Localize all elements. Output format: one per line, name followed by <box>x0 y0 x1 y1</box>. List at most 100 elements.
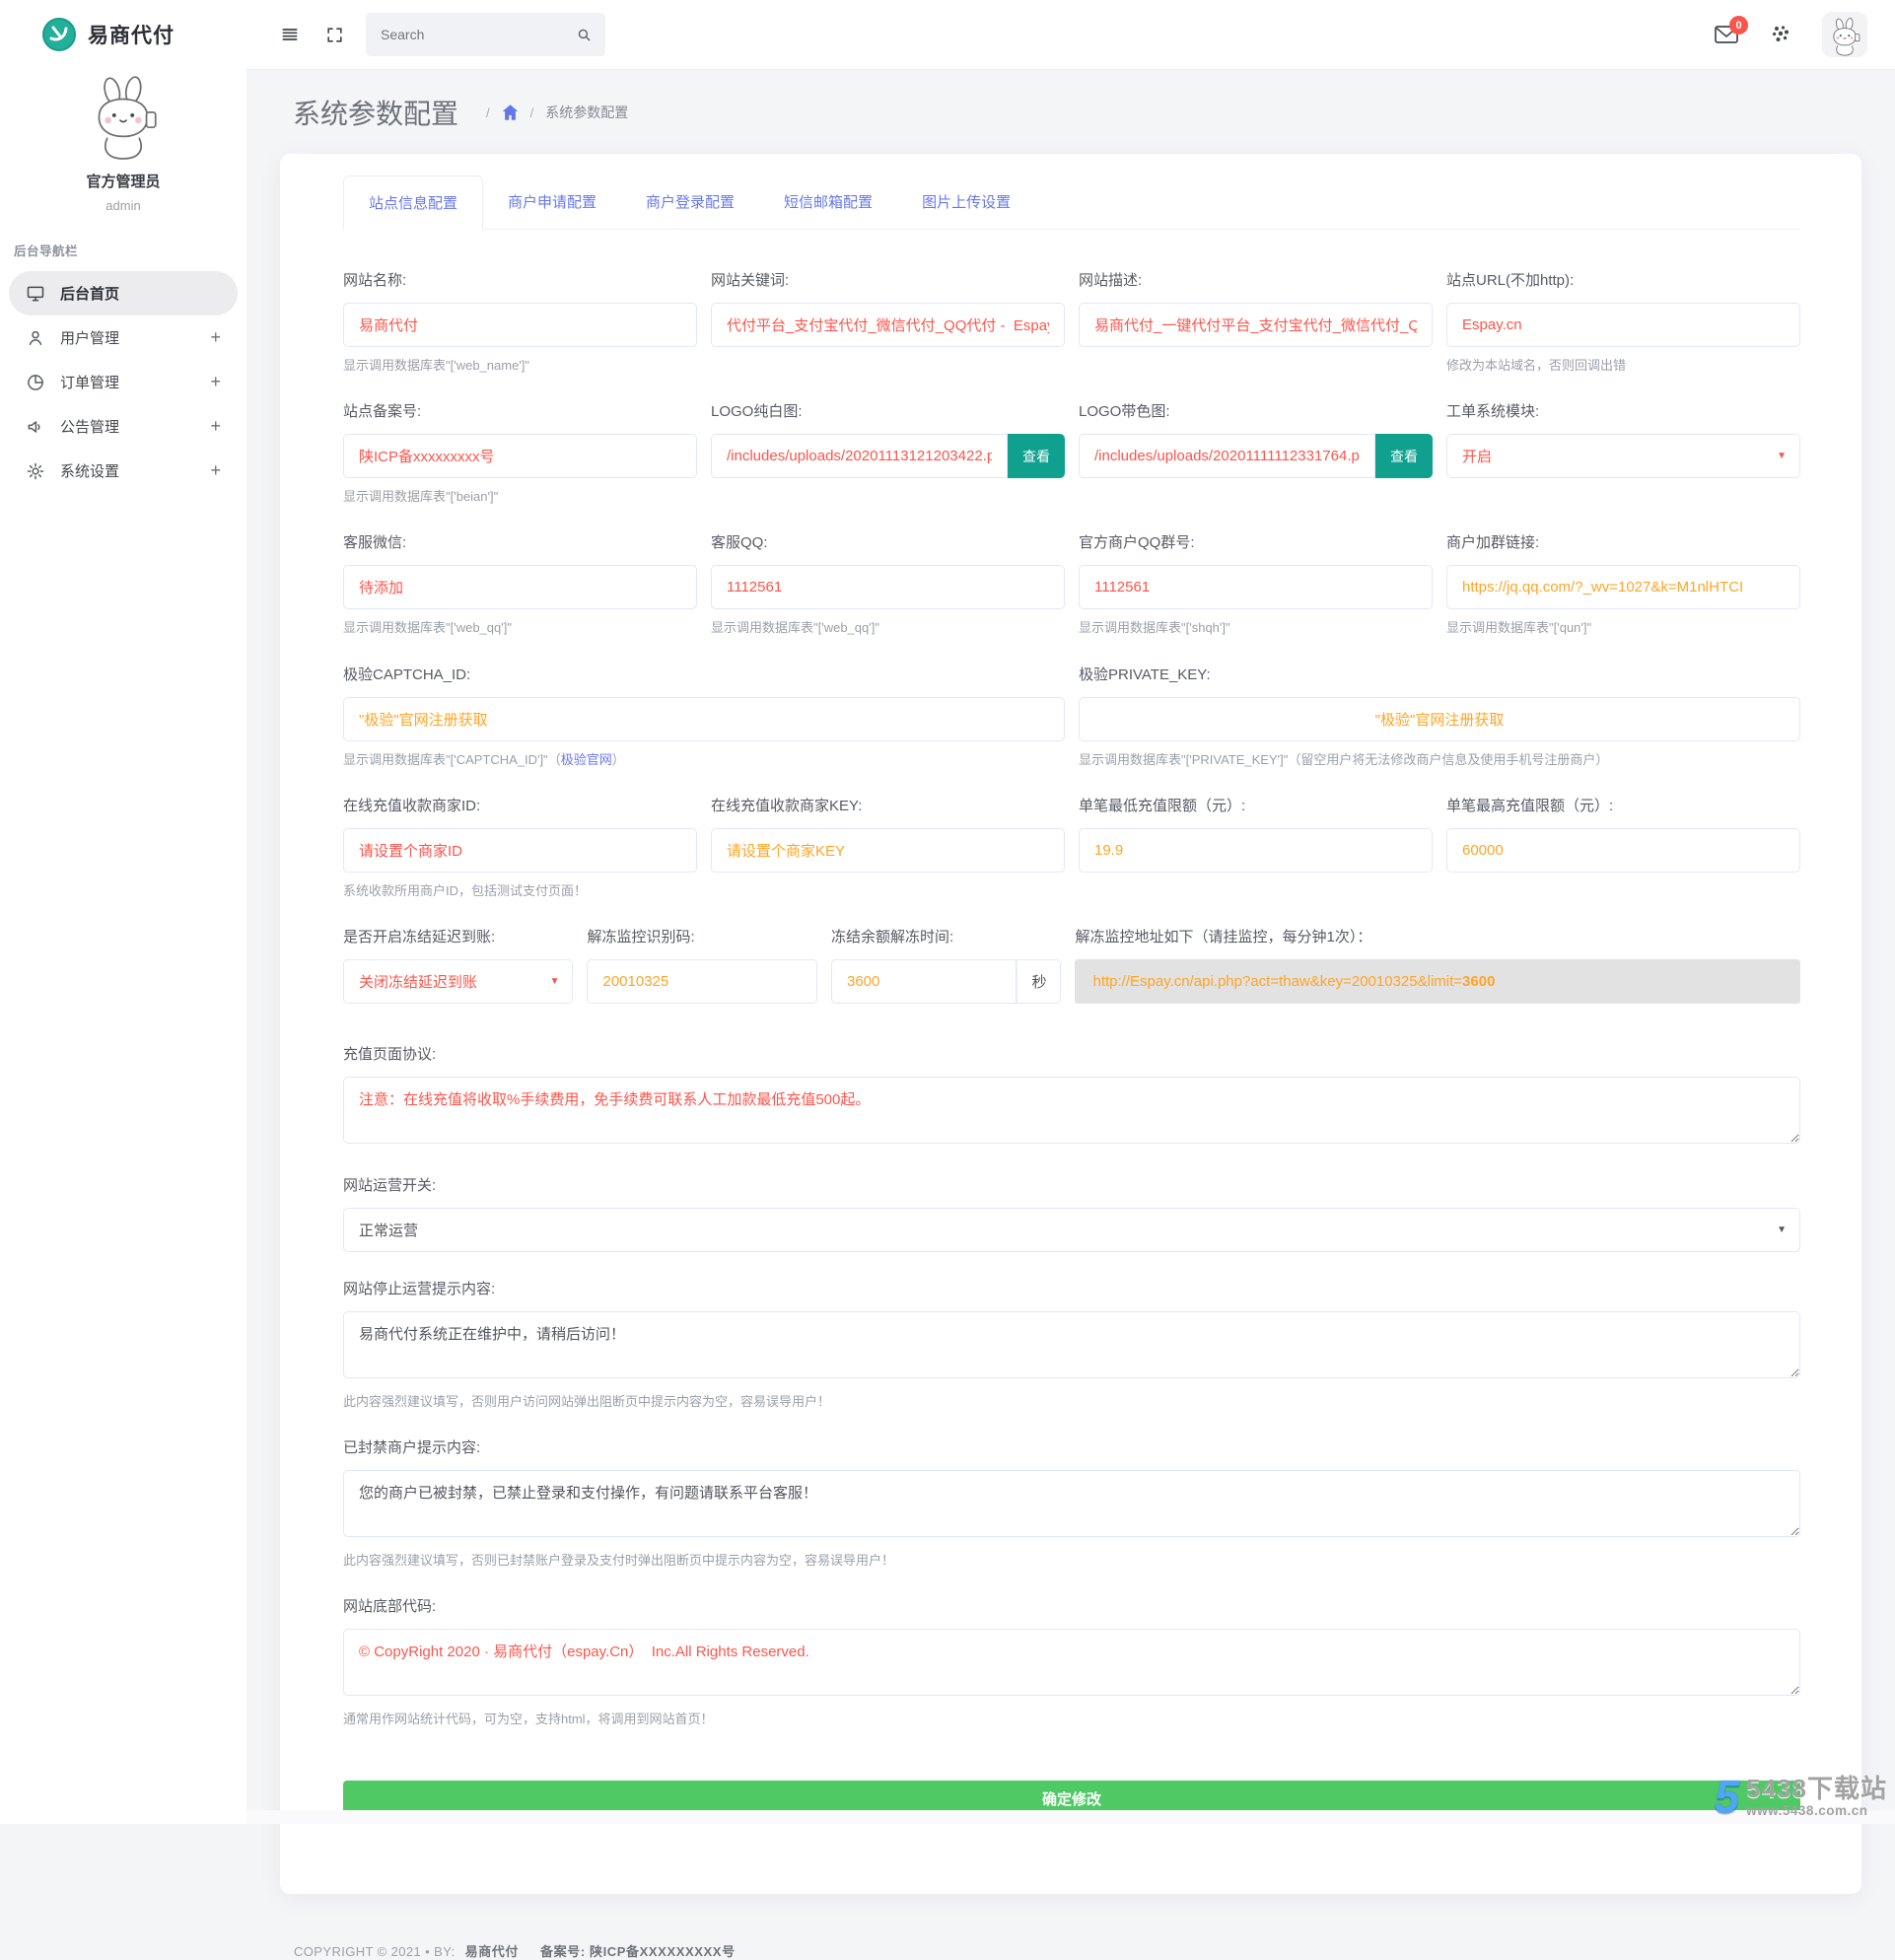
freeze-delay-select[interactable]: 关闭冻结延迟到账 ▼ <box>343 958 574 1004</box>
merchant-key-input[interactable] <box>711 827 1065 873</box>
sidebar-item-orders[interactable]: 订单管理 + <box>9 360 238 404</box>
field-logo-white: LOGO纯白图: 查看 <box>711 400 1065 506</box>
field-label: 冻结余额解冻时间: <box>830 928 954 945</box>
field-help: 显示调用数据库表"['beian']" <box>343 489 499 505</box>
tab-merchant-login[interactable]: 商户登录配置 <box>621 175 759 229</box>
tab-image-upload[interactable]: 图片上传设置 <box>897 175 1035 229</box>
logo-color-input[interactable] <box>1079 434 1375 479</box>
chevron-down-icon: ▼ <box>1777 451 1787 462</box>
kf-wechat-input[interactable] <box>343 565 697 610</box>
field-captcha-id: 极验CAPTCHA_ID: 显示调用数据库表"['CAPTCHA_ID']"（极… <box>343 664 1065 769</box>
field-label: 网站运营开关: <box>343 1176 437 1194</box>
description-input[interactable] <box>1079 303 1433 347</box>
site-watermark: 5 5438下载站 www.5438.com.cn <box>1714 1770 1887 1822</box>
field-help: 显示调用数据库表"['CAPTCHA_ID']"（极验官网） <box>343 751 1065 769</box>
expand-plus-icon[interactable]: + <box>210 327 221 348</box>
field-help: 显示调用数据库表"['web_name']" <box>343 358 530 373</box>
min-recharge-input[interactable] <box>1079 827 1433 873</box>
url-limit-bold: 3600 <box>1462 972 1496 990</box>
watermark-logo: 5 <box>1714 1770 1740 1822</box>
beian-input[interactable] <box>343 434 697 479</box>
field-label: 极验PRIVATE_KEY: <box>1079 665 1211 683</box>
watermark-site-name: 5438下载站 <box>1746 1774 1887 1803</box>
field-label: 网站底部代码: <box>343 1598 437 1616</box>
max-recharge-input[interactable] <box>1446 827 1800 873</box>
field-help: 系统收款所用商户ID，包括测试支付页面！ <box>343 882 588 898</box>
tab-sms-email[interactable]: 短信邮箱配置 <box>759 175 897 229</box>
chevron-down-icon: ▼ <box>1777 1224 1787 1235</box>
select-value: 关闭冻结延迟到账 <box>359 973 478 991</box>
search-icon[interactable] <box>576 27 593 43</box>
messages-button[interactable]: 0 <box>1714 16 1748 45</box>
expand-plus-icon[interactable]: + <box>210 460 221 481</box>
field-label: 是否开启冻结延迟到账: <box>343 928 496 945</box>
field-merchant-key: 在线充值收款商家KEY: <box>711 795 1065 900</box>
brand[interactable]: 易商代付 <box>0 0 246 52</box>
fullscreen-button[interactable] <box>319 20 350 50</box>
user-avatar[interactable] <box>80 76 167 163</box>
logo-white-input[interactable] <box>711 434 1008 479</box>
settings-card: 站点信息配置 商户申请配置 商户登录配置 短信邮箱配置 图片上传设置 网站名称:… <box>280 154 1861 1894</box>
form-row: 在线充值收款商家ID: 系统收款所用商户ID，包括测试支付页面！ 在线充值收款商… <box>343 795 1800 926</box>
sidebar-item-announcements[interactable]: 公告管理 + <box>9 404 238 449</box>
nav-section-label: 后台导航栏 <box>14 245 79 258</box>
captcha-id-input[interactable] <box>343 696 1065 741</box>
tab-merchant-apply[interactable]: 商户申请配置 <box>483 175 621 229</box>
form-row: 客服微信: 显示调用数据库表"['web_qq']" 客服QQ: 显示调用数据库… <box>343 531 1800 663</box>
field-label: 站点备案号: <box>343 403 422 421</box>
group-link-input[interactable] <box>1446 565 1800 610</box>
expand-plus-icon[interactable]: + <box>210 416 221 437</box>
sidebar-item-users[interactable]: 用户管理 + <box>9 315 238 360</box>
home-icon[interactable] <box>502 105 519 120</box>
tab-site-info[interactable]: 站点信息配置 <box>343 175 484 230</box>
field-kf-wechat: 客服微信: 显示调用数据库表"['web_qq']" <box>343 531 697 637</box>
field-help: 显示调用数据库表"['qun']" <box>1446 620 1592 636</box>
seconds-addon: 秒 <box>1017 958 1062 1004</box>
footer-code-textarea[interactable]: © CopyRight 2020 · 易商代付（espay.Cn） Inc.Al… <box>343 1629 1800 1697</box>
sidebar-item-settings[interactable]: 系统设置 + <box>9 449 238 493</box>
ticket-module-select[interactable]: 开启 ▼ <box>1446 434 1800 479</box>
main-column: 0 <box>246 0 1895 1959</box>
view-logo-white-button[interactable]: 查看 <box>1008 434 1065 479</box>
kf-qq-input[interactable] <box>711 565 1065 610</box>
site-switch-select[interactable]: 正常运营 ▼ <box>343 1207 1800 1252</box>
field-help: 显示调用数据库表"['web_qq']" <box>343 620 512 636</box>
field-site-switch: 网站运营开关: 正常运营 ▼ <box>343 1174 1800 1252</box>
search-input[interactable] <box>379 26 576 43</box>
sidebar-item-dashboard[interactable]: 后台首页 <box>9 271 238 315</box>
stop-notice-textarea[interactable]: 易商代付系统正在维护中，请稍后访问！ <box>343 1310 1800 1378</box>
form-row: 极验CAPTCHA_ID: 显示调用数据库表"['CAPTCHA_ID']"（极… <box>343 664 1800 795</box>
keywords-input[interactable] <box>711 303 1065 347</box>
footer-beian: 备案号: 陕ICP备XXXXXXXXX号 <box>540 1943 736 1959</box>
brand-logo-icon <box>41 17 77 52</box>
field-help: 通常用作网站统计代码，可为空，支持html，将调用到网站首页！ <box>343 1712 714 1727</box>
form-row: 网站名称: 显示调用数据库表"['web_name']" 网站关键词: 网站描述… <box>343 269 1800 400</box>
footer-brand: 易商代付 <box>464 1943 520 1959</box>
merchant-id-input[interactable] <box>343 827 697 873</box>
thaw-code-input[interactable] <box>587 958 817 1004</box>
topbar-avatar[interactable] <box>1822 12 1867 57</box>
breadcrumb: 系统参数配置 / / 系统参数配置 <box>280 93 1861 132</box>
field-stop-notice: 网站停止运营提示内容: 易商代付系统正在维护中，请稍后访问！ 此内容强烈建议填写… <box>343 1278 1800 1411</box>
view-logo-color-button[interactable]: 查看 <box>1375 434 1433 479</box>
apps-dots-button[interactable] <box>1763 17 1798 52</box>
expand-plus-icon[interactable]: + <box>210 372 221 392</box>
field-kf-qq: 客服QQ: 显示调用数据库表"['web_qq']" <box>711 531 1065 637</box>
private-key-input[interactable] <box>1079 696 1800 741</box>
field-label: 充值页面协议: <box>343 1045 437 1063</box>
field-label: 单笔最高充值限额（元）: <box>1446 797 1614 814</box>
field-private-key: 极验PRIVATE_KEY: 显示调用数据库表"['PRIVATE_KEY']"… <box>1079 664 1800 769</box>
web-name-input[interactable] <box>343 303 697 347</box>
geetest-site-link[interactable]: 极验官网 <box>561 752 612 767</box>
recharge-agreement-textarea[interactable]: 注意：在线充值将收取%手续费用，免手续费可联系人工加款最低充值500起。 <box>343 1076 1800 1144</box>
site-url-input[interactable] <box>1446 303 1800 347</box>
qq-group-input[interactable] <box>1079 565 1433 610</box>
thaw-time-input[interactable] <box>830 958 1018 1004</box>
ban-notice-textarea[interactable]: 您的商户已被封禁，已禁止登录和支付操作，有问题请联系平台客服！ <box>343 1470 1800 1538</box>
user-role: admin <box>105 198 141 213</box>
watermark-text: 5438下载站 www.5438.com.cn <box>1746 1776 1887 1818</box>
breadcrumb-separator: / <box>486 105 490 120</box>
field-help: 此内容强烈建议填写，否则已封禁账户登录及支付时弹出阻断页中提示内容为空，容易误导… <box>343 1553 895 1569</box>
field-label: 站点URL(不加http): <box>1446 272 1575 289</box>
hamburger-menu-button[interactable] <box>274 19 306 50</box>
